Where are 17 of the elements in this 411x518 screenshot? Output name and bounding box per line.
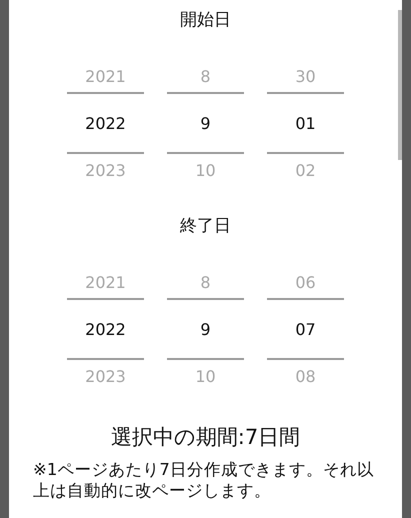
picker-value[interactable]: 2022 — [67, 300, 144, 358]
section-title: 終了日 — [180, 215, 231, 238]
picker-value[interactable]: 07 — [267, 300, 344, 358]
selected-period-text: 選択中の期間:7日間 — [110, 424, 302, 451]
number-picker[interactable]: 8 9 10 — [167, 60, 244, 186]
number-picker[interactable]: 06 07 08 — [267, 266, 344, 392]
section-title: 開始日 — [180, 9, 231, 32]
number-picker[interactable]: 8 9 10 — [167, 266, 244, 392]
picker-value[interactable]: 2022 — [67, 94, 144, 152]
picker-value[interactable]: 01 — [267, 94, 344, 152]
picker-value[interactable]: 9 — [167, 94, 244, 152]
number-picker[interactable]: 2021 2022 2023 — [67, 60, 144, 186]
number-picker[interactable]: 2021 2022 2023 — [67, 266, 144, 392]
scrollbar-thumb[interactable] — [398, 10, 402, 160]
note-text: ※1ページあたり7日分作成できます。それ以上は自動的に改ページします。 — [33, 459, 375, 501]
picker-value[interactable]: 9 — [167, 300, 244, 358]
number-picker[interactable]: 30 01 02 — [267, 60, 344, 186]
